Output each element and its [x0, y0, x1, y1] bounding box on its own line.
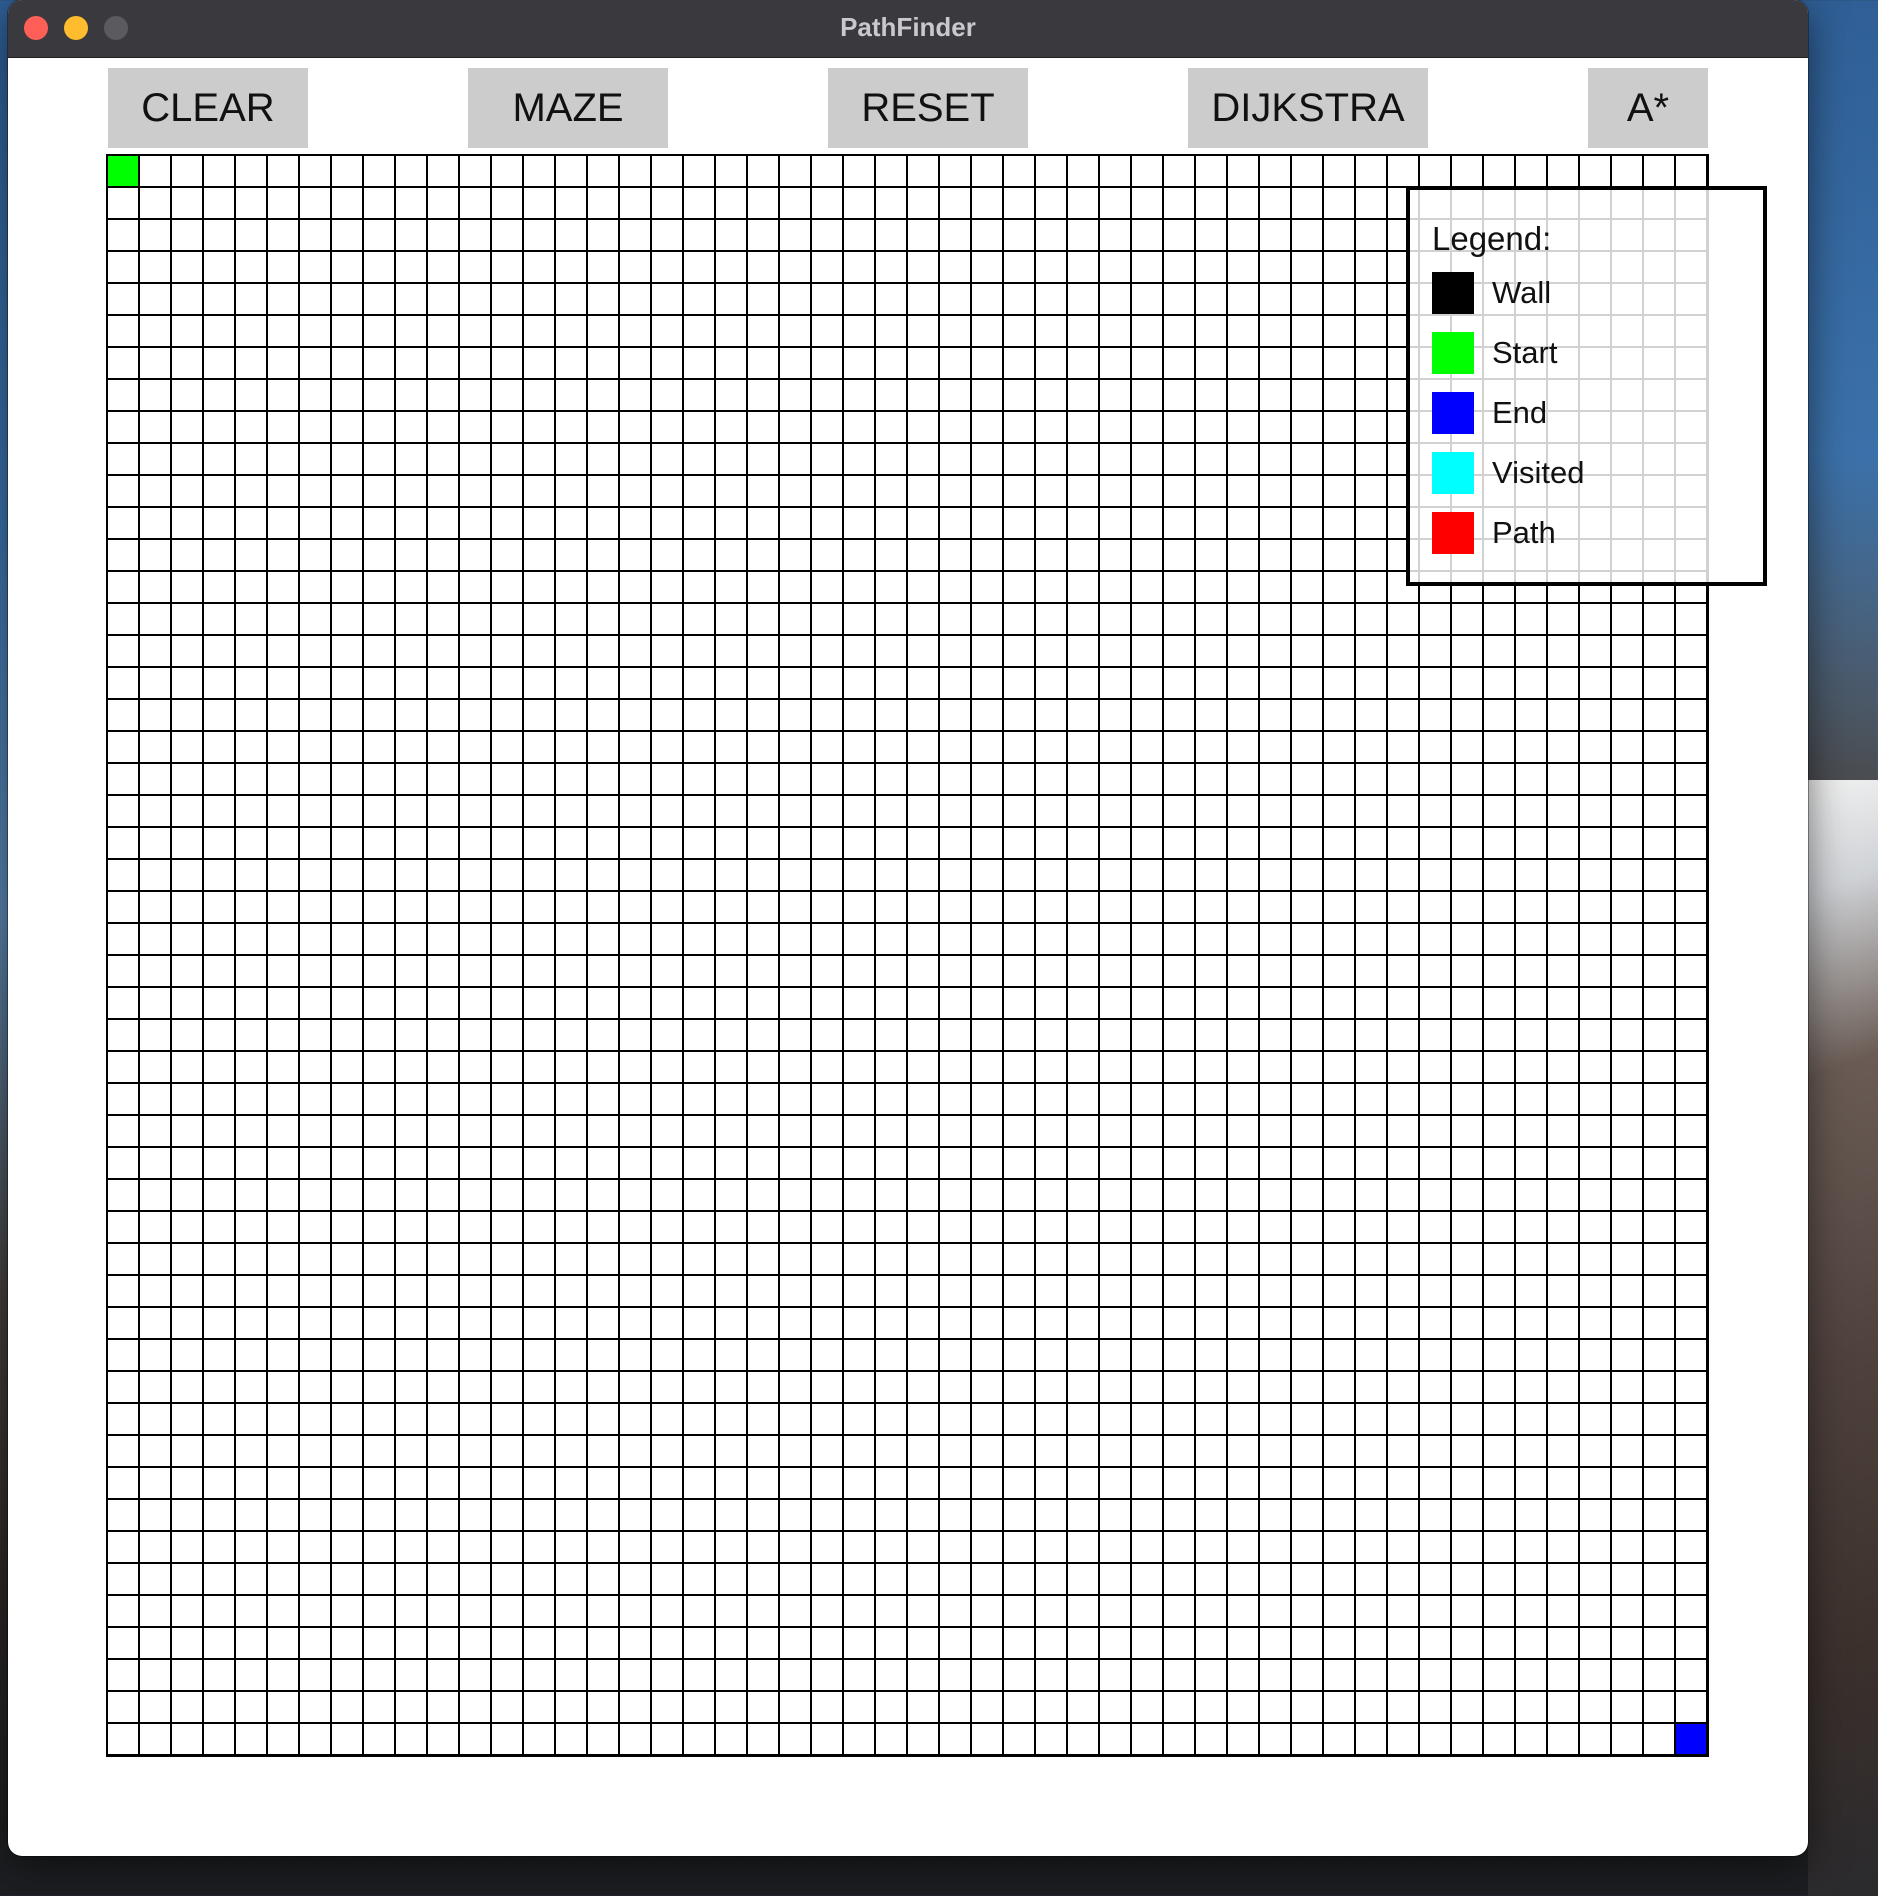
dijkstra-button[interactable]: DIJKSTRA	[1188, 68, 1428, 148]
window-title: PathFinder	[840, 12, 976, 42]
legend-label-path: Path	[1492, 515, 1556, 550]
end-cell[interactable]	[1676, 1724, 1706, 1754]
start-cell[interactable]	[108, 156, 138, 186]
legend-title: Legend:	[1432, 220, 1552, 257]
legend-label-wall: Wall	[1492, 275, 1552, 310]
legend-item-start: Start	[1432, 332, 1557, 374]
end-swatch	[1432, 392, 1474, 434]
legend-item-path: Path	[1432, 512, 1556, 554]
maze-button[interactable]: MAZE	[468, 68, 668, 148]
path-swatch	[1432, 512, 1474, 554]
visited-swatch	[1432, 452, 1474, 494]
clear-button[interactable]: CLEAR	[108, 68, 308, 148]
legend-label-end: End	[1492, 395, 1548, 430]
legend-item-end: End	[1432, 392, 1547, 434]
reset-button[interactable]: RESET	[828, 68, 1028, 148]
legend-item-visited: Visited	[1432, 452, 1585, 494]
desktop-wallpaper	[1808, 780, 1878, 1896]
title-bar[interactable]: PathFinder	[8, 0, 1808, 58]
legend-label-visited: Visited	[1492, 455, 1585, 490]
legend-item-wall: Wall	[1432, 272, 1551, 314]
legend-label-start: Start	[1492, 335, 1558, 370]
app-window: PathFinder CLEAR MAZE RESET DIJKSTRA A* …	[8, 0, 1808, 1856]
wall-swatch	[1432, 272, 1474, 314]
astar-button[interactable]: A*	[1588, 68, 1708, 148]
grid-border	[106, 1754, 1709, 1757]
legend-panel: Legend: Wall Start End Visited Path	[1406, 186, 1767, 586]
start-swatch	[1432, 332, 1474, 374]
